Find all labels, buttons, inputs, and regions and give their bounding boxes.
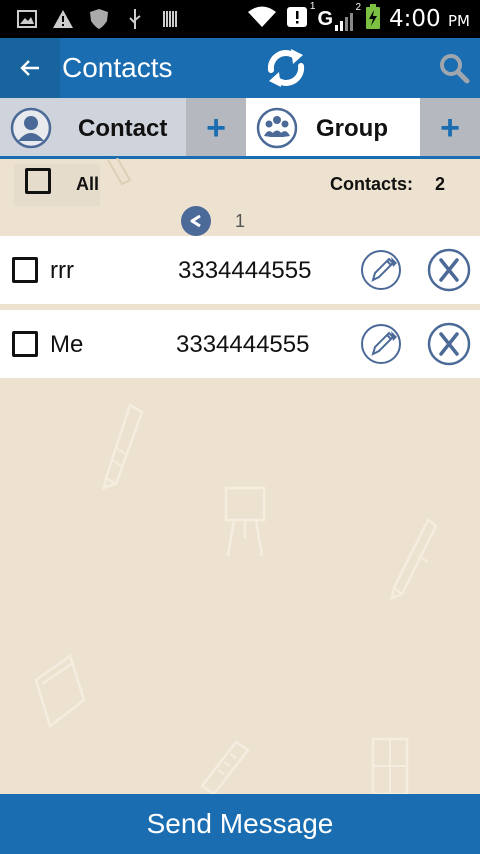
status-bar: 1 G 2 4:00 PM — [0, 0, 480, 38]
sync-icon — [267, 49, 305, 87]
contact-checkbox[interactable] — [12, 257, 38, 283]
person-avatar-icon — [10, 107, 52, 149]
contacts-count-value: 2 — [435, 174, 446, 194]
clock-ampm: PM — [448, 12, 470, 30]
tab-group[interactable]: Group — [246, 98, 420, 158]
easel-doodle-icon — [224, 486, 266, 557]
status-left — [16, 8, 182, 30]
pencil-doodle-icon — [390, 518, 438, 600]
search-button[interactable] — [434, 48, 474, 88]
contact-phone: 3334444555 — [178, 257, 312, 284]
page-title: Contacts — [62, 52, 173, 83]
gallery-notification-icon — [16, 8, 38, 30]
back-arrow-icon — [20, 60, 39, 76]
send-message-button[interactable]: Send Message — [0, 794, 480, 854]
tab-contact[interactable]: Contact — [0, 98, 186, 158]
contacts-summary: All Contacts: 2 — [0, 161, 480, 207]
wifi-icon — [247, 5, 277, 34]
sim-badge-2: 2 — [355, 1, 362, 13]
contact-phone: 3334444555 — [176, 331, 310, 358]
barcode-icon — [160, 8, 182, 30]
app-bar: Contacts — [0, 38, 480, 98]
network-type-label: G — [317, 7, 334, 30]
contact-checkbox[interactable] — [12, 331, 38, 357]
contact-name: rrr — [50, 257, 74, 284]
tab-bar: Contact + Group + — [0, 98, 480, 159]
add-contact-button[interactable]: + — [186, 98, 246, 158]
contact-row[interactable]: rrr 3334444555 — [0, 236, 480, 304]
clock-time: 4:00 — [389, 6, 441, 32]
tab-contact-label: Contact — [78, 115, 168, 142]
pencil-doodle-icon — [102, 403, 144, 490]
clock: 4:00 PM — [389, 6, 470, 32]
pagination: 1 — [0, 206, 480, 236]
sim-badge-1: 1 — [309, 0, 316, 12]
edit-icon[interactable] — [360, 323, 402, 365]
sync-button[interactable] — [262, 42, 310, 94]
signal-icon: G 2 — [317, 2, 361, 31]
select-all-checkbox[interactable] — [25, 168, 51, 194]
group-avatar-icon — [256, 107, 298, 149]
status-right: 1 G 2 4:00 PM — [247, 1, 470, 35]
plus-icon: + — [206, 109, 226, 147]
battery-charging-icon — [365, 3, 381, 35]
send-message-label: Send Message — [146, 808, 334, 839]
page-number: 1 — [235, 211, 246, 231]
delete-icon[interactable] — [427, 322, 471, 366]
tab-group-label: Group — [316, 115, 388, 142]
sim-alert-icon: 1 — [285, 1, 315, 34]
search-icon — [440, 54, 470, 84]
ruler-doodle-icon — [200, 740, 250, 794]
shield-icon — [88, 8, 110, 30]
edit-icon[interactable] — [360, 249, 402, 291]
contacts-count-label: Contacts: — [330, 174, 414, 194]
warning-icon — [52, 8, 74, 30]
back-button[interactable] — [0, 38, 60, 98]
tab-underline — [0, 156, 480, 159]
add-group-button[interactable]: + — [420, 98, 480, 158]
book-doodle-icon — [34, 653, 86, 729]
usb-icon — [124, 8, 146, 30]
select-all-label: All — [76, 174, 100, 194]
plus-icon: + — [440, 109, 460, 147]
contact-name: Me — [50, 331, 84, 358]
previous-page-button[interactable] — [181, 206, 211, 236]
chevron-left-icon — [190, 214, 201, 228]
delete-icon[interactable] — [427, 248, 471, 292]
contact-row[interactable]: Me 3334444555 — [0, 310, 480, 378]
cabinet-doodle-icon — [371, 737, 409, 794]
